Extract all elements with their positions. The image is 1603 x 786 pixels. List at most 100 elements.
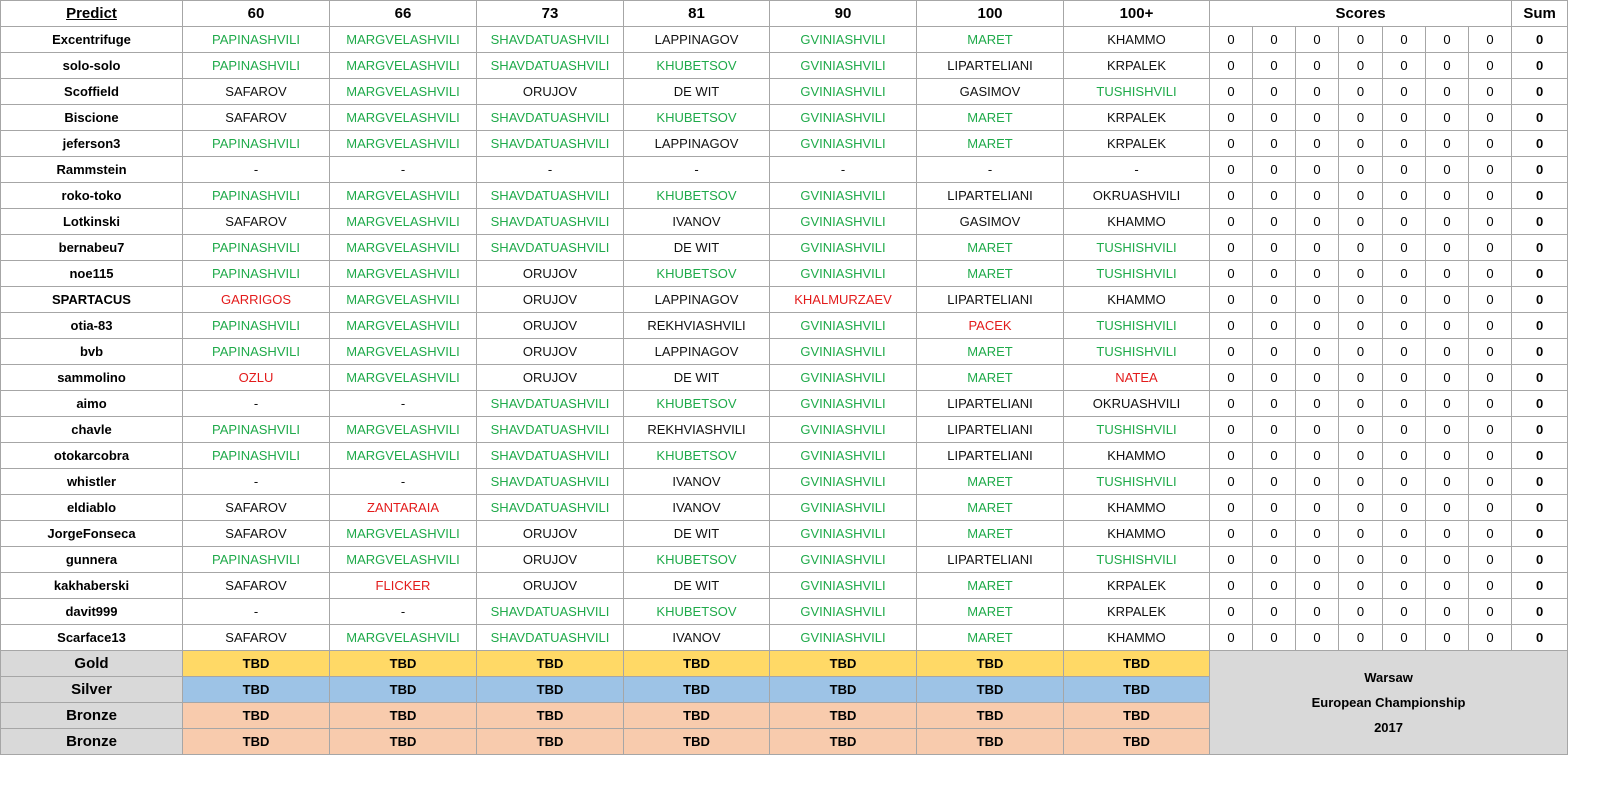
score-cell: 0 (1295, 156, 1339, 183)
sum-cell: 0 (1511, 78, 1569, 105)
score-cell: 0 (1467, 52, 1513, 79)
score-cell: 0 (1382, 598, 1426, 625)
pick-cell: PAPINASHVILI (182, 52, 330, 79)
pick-cell: KHAMMO (1063, 442, 1210, 469)
score-cell: 0 (1467, 182, 1513, 209)
pick-cell: LIPARTELIANI (916, 182, 1064, 209)
pick-cell: REKHVIASHVILI (623, 312, 770, 339)
score-cell: 0 (1209, 624, 1253, 651)
player-name: otia-83 (0, 312, 183, 339)
prediction-row: JorgeFonseca SAFAROV MARGVELASHVILI ORUJOV D… (0, 520, 1569, 547)
pick-cell: LAPPINAGOV (623, 338, 770, 365)
score-cell: 0 (1382, 494, 1426, 521)
pick-cell: GVINIASHVILI (769, 624, 917, 651)
score-cell: 0 (1425, 52, 1469, 79)
sum-cell: 0 (1511, 572, 1569, 599)
medal-result-cell: TBD (329, 650, 477, 677)
pick-cell: TUSHISHVILI (1063, 234, 1210, 261)
pick-cell: GVINIASHVILI (769, 520, 917, 547)
pick-cell: GVINIASHVILI (769, 104, 917, 131)
pick-cell: MARGVELASHVILI (329, 624, 477, 651)
category-header-100-plus: 100+ (1063, 0, 1210, 27)
score-cell: 0 (1467, 156, 1513, 183)
sum-cell: 0 (1511, 390, 1569, 417)
medal-result-cell: TBD (623, 650, 770, 677)
pick-cell: - (182, 598, 330, 625)
pick-cell: GVINIASHVILI (769, 494, 917, 521)
pick-cell: ZANTARAIA (329, 494, 477, 521)
pick-cell: - (329, 598, 477, 625)
pick-cell: - (476, 156, 624, 183)
score-cell: 0 (1252, 442, 1296, 469)
player-name: Excentrifuge (0, 26, 183, 53)
score-cell: 0 (1338, 494, 1383, 521)
pick-cell: TUSHISHVILI (1063, 312, 1210, 339)
pick-cell: KHAMMO (1063, 624, 1210, 651)
score-cell: 0 (1209, 312, 1253, 339)
pick-cell: SHAVDATUASHVILI (476, 442, 624, 469)
score-cell: 0 (1425, 598, 1469, 625)
sum-cell: 0 (1511, 26, 1569, 53)
score-cell: 0 (1209, 208, 1253, 235)
pick-cell: LIPARTELIANI (916, 390, 1064, 417)
score-cell: 0 (1338, 312, 1383, 339)
medal-result-cell: TBD (916, 702, 1064, 729)
predictions-table: Predict 60 66 73 81 90 100 100+ Scores S… (0, 0, 1569, 755)
category-header-90: 90 (769, 0, 917, 27)
medal-result-cell: TBD (623, 676, 770, 703)
score-cell: 0 (1382, 156, 1426, 183)
score-cell: 0 (1295, 130, 1339, 157)
score-cell: 0 (1382, 234, 1426, 261)
score-cell: 0 (1295, 416, 1339, 443)
score-cell: 0 (1338, 338, 1383, 365)
pick-cell: SHAVDATUASHVILI (476, 182, 624, 209)
pick-cell: GVINIASHVILI (769, 572, 917, 599)
pick-cell: KHALMURZAEV (769, 286, 917, 313)
score-cell: 0 (1467, 78, 1513, 105)
pick-cell: FLICKER (329, 572, 477, 599)
score-cell: 0 (1338, 208, 1383, 235)
pick-cell: MARET (916, 624, 1064, 651)
prediction-row: noe115 PAPINASHVILI MARGVELASHVILI ORUJOV KH… (0, 260, 1569, 287)
pick-cell: GVINIASHVILI (769, 442, 917, 469)
sum-cell: 0 (1511, 624, 1569, 651)
medal-result-cell: TBD (769, 676, 917, 703)
score-cell: 0 (1295, 260, 1339, 287)
score-cell: 0 (1209, 416, 1253, 443)
score-cell: 0 (1295, 468, 1339, 495)
pick-cell: GARRIGOS (182, 286, 330, 313)
pick-cell: SHAVDATUASHVILI (476, 624, 624, 651)
score-cell: 0 (1425, 468, 1469, 495)
player-name: gunnera (0, 546, 183, 573)
medal-result-cell: TBD (769, 702, 917, 729)
pick-cell: MARGVELASHVILI (329, 546, 477, 573)
score-cell: 0 (1209, 260, 1253, 287)
score-cell: 0 (1209, 364, 1253, 391)
score-cell: 0 (1295, 182, 1339, 209)
pick-cell: MARGVELASHVILI (329, 182, 477, 209)
score-cell: 0 (1467, 416, 1513, 443)
score-cell: 0 (1252, 26, 1296, 53)
score-cell: 0 (1467, 624, 1513, 651)
score-cell: 0 (1209, 156, 1253, 183)
sum-cell: 0 (1511, 416, 1569, 443)
score-cell: 0 (1338, 260, 1383, 287)
score-cell: 0 (1425, 234, 1469, 261)
pick-cell: KHUBETSOV (623, 260, 770, 287)
pick-cell: MARGVELASHVILI (329, 442, 477, 469)
medal-result-cell: TBD (329, 676, 477, 703)
score-cell: 0 (1467, 26, 1513, 53)
score-cell: 0 (1252, 546, 1296, 573)
score-cell: 0 (1467, 598, 1513, 625)
pick-cell: GVINIASHVILI (769, 260, 917, 287)
pick-cell: SAFAROV (182, 494, 330, 521)
pick-cell: MARGVELASHVILI (329, 416, 477, 443)
scores-header: Scores (1208, 0, 1513, 27)
score-cell: 0 (1425, 312, 1469, 339)
event-caption: Warsaw European Championship 2017 (1208, 650, 1569, 755)
medal-result-cell: TBD (1063, 728, 1210, 755)
pick-cell: GVINIASHVILI (769, 182, 917, 209)
score-cell: 0 (1295, 78, 1339, 105)
sum-cell: 0 (1511, 130, 1569, 157)
score-cell: 0 (1382, 338, 1426, 365)
